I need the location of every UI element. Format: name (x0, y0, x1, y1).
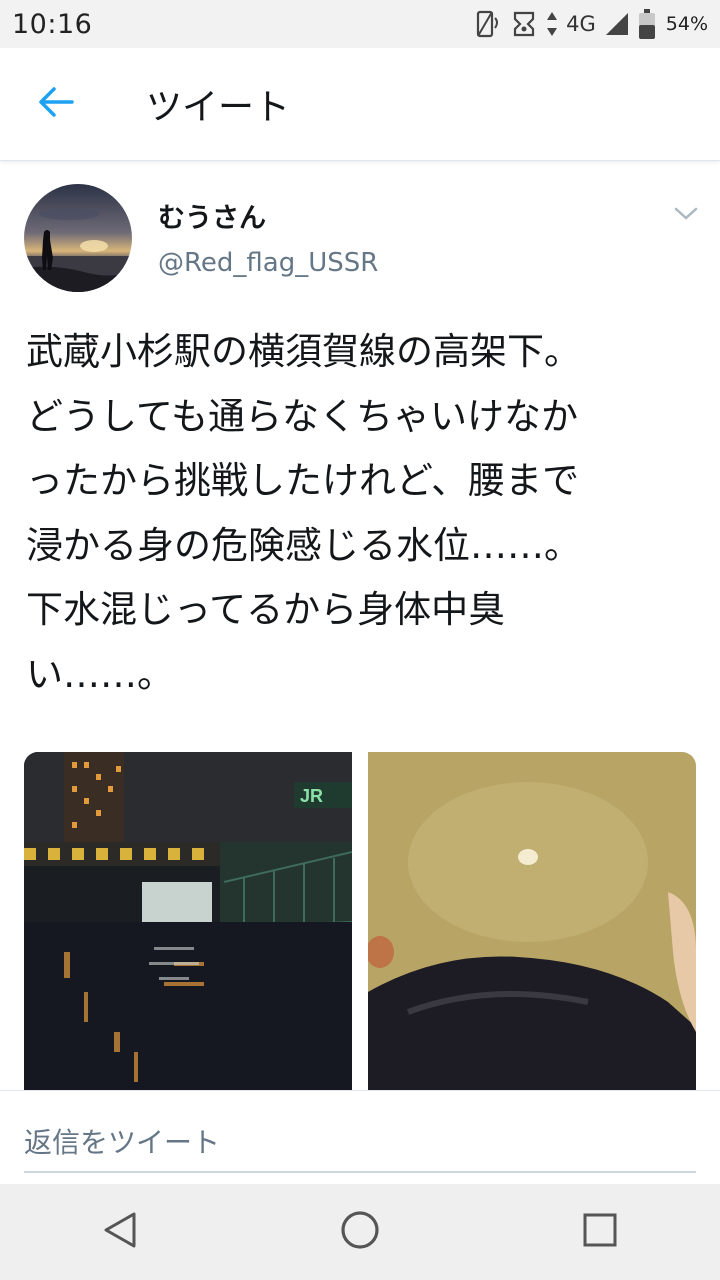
nav-home-icon (339, 1209, 381, 1255)
nav-back-button[interactable] (75, 1187, 165, 1277)
battery-percent: 54% (665, 13, 708, 35)
back-arrow-icon (38, 86, 74, 122)
page-title: ツイート (146, 87, 291, 128)
battery-icon (638, 8, 656, 40)
reply-input[interactable]: 返信をツイート (24, 1111, 696, 1173)
status-icons: 4G 54% (472, 8, 708, 40)
signal-icon (604, 11, 630, 37)
screen-rotation-icon (472, 9, 502, 39)
reply-bar: 返信をツイート (0, 1090, 720, 1183)
display-name[interactable]: むうさん (158, 196, 266, 235)
status-bar: 10:16 4G 54% (0, 0, 720, 48)
svg-text:JR: JR (300, 786, 323, 806)
nav-recents-button[interactable] (555, 1187, 645, 1277)
data-arrows-icon (546, 11, 558, 37)
chevron-down-icon[interactable] (672, 204, 700, 224)
network-type: 4G (566, 12, 596, 36)
nav-home-button[interactable] (315, 1187, 405, 1277)
nav-recents-icon (582, 1212, 618, 1252)
username[interactable]: @Red_flag_USSR (158, 248, 378, 278)
tweet-photo-1[interactable]: JR (24, 752, 352, 1092)
app-header: ツイート (0, 48, 720, 161)
nav-back-icon (102, 1210, 138, 1254)
avatar[interactable] (24, 184, 132, 292)
tweet-photo-2[interactable] (368, 752, 696, 1092)
navigation-bar (0, 1184, 720, 1280)
tweet-text: 武蔵小杉駅の横須賀線の高架下。 どうしても通らなくちゃいけなか ったから挑戦した… (26, 330, 581, 696)
alarm-icon (510, 9, 538, 39)
back-button[interactable] (26, 74, 86, 134)
status-time: 10:16 (12, 8, 93, 40)
